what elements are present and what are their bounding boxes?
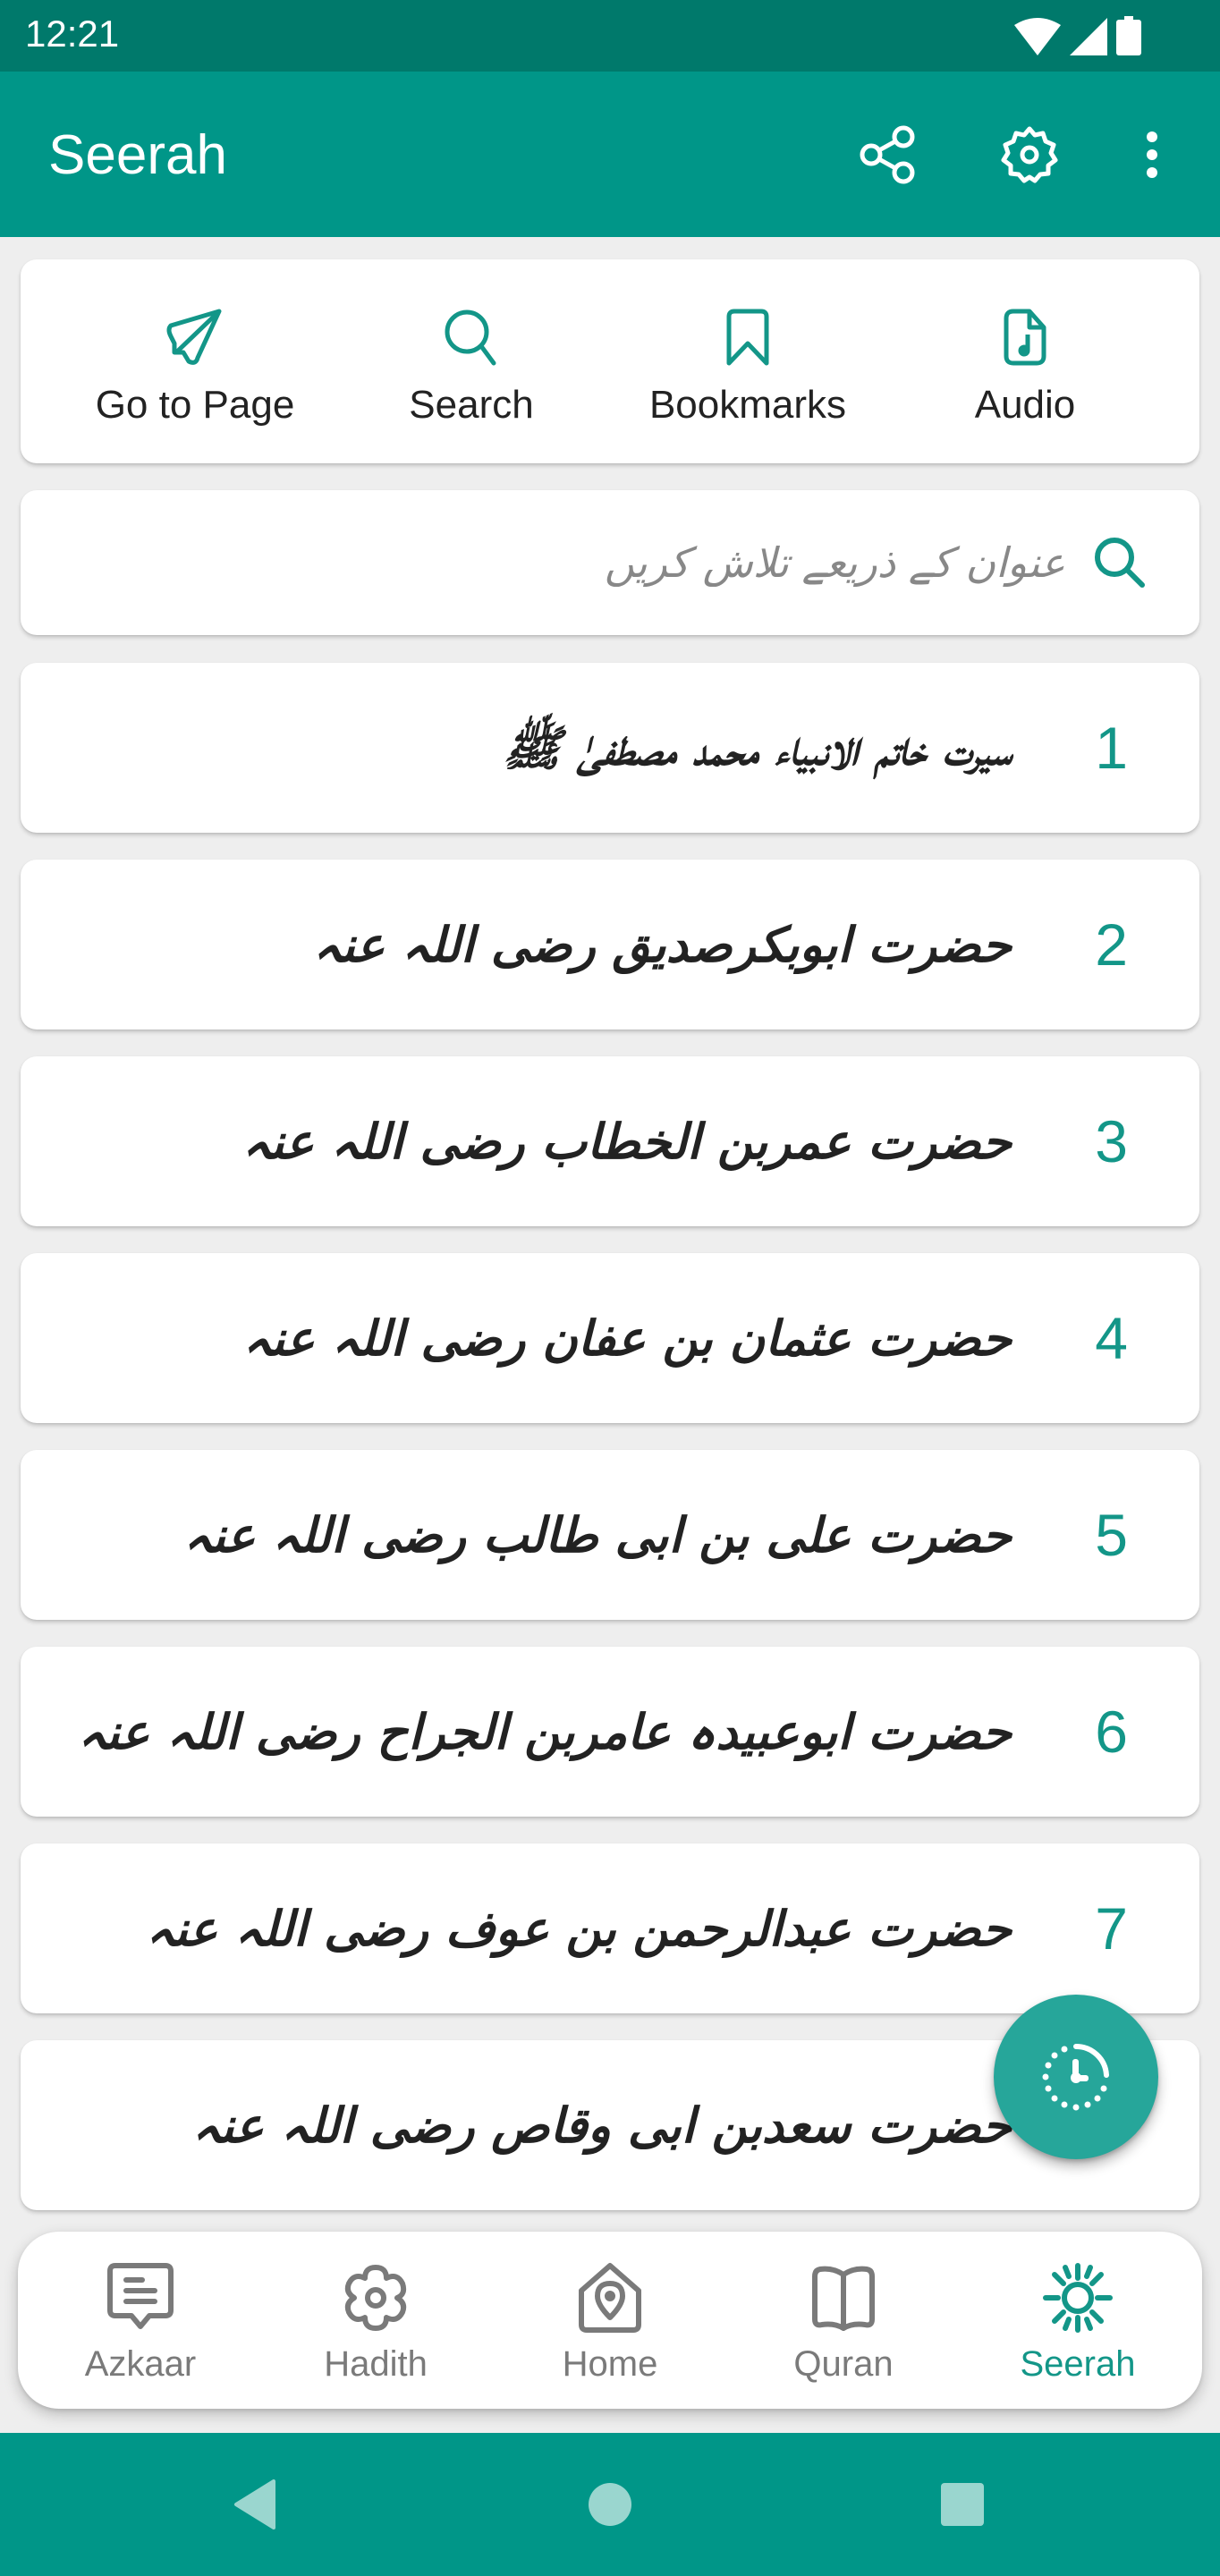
nav-item-hadith[interactable]: Hadith — [268, 2232, 483, 2409]
share-icon — [860, 125, 915, 184]
go-to-page-button[interactable]: Go to Page — [79, 259, 311, 463]
app-bar: Seerah — [0, 72, 1220, 237]
list-item-number: 4 — [1095, 1305, 1128, 1371]
list-item-number: 1 — [1095, 715, 1128, 781]
system-recents-button[interactable] — [934, 2476, 991, 2533]
audio-button[interactable]: Audio — [909, 259, 1141, 463]
list-item-title: حضرت ابوعبیدہ عامربن الجراح رضی اللہ عنہ — [78, 1703, 1012, 1760]
home-circle-icon — [589, 2483, 631, 2526]
share-button[interactable] — [848, 114, 928, 195]
nav-label: Home — [562, 2344, 658, 2384]
list-item-title: حضرت عمربن الخطاب رضی اللہ عنہ — [241, 1113, 1012, 1170]
status-time: 12:21 — [25, 13, 120, 55]
nav-label: Azkaar — [84, 2344, 197, 2384]
nav-label: Seerah — [1020, 2344, 1136, 2384]
list-item-title: حضرت سعدبن ابی وقاص رضی اللہ عنہ — [191, 2097, 1012, 2154]
list-item-title: حضرت ابوبکرصدیق رضی اللہ عنہ — [313, 916, 1012, 973]
bottom-navigation: Azkaar Hadith Home Quran Seerah — [18, 2232, 1202, 2409]
list-item[interactable]: 1 سیرت خاتم الانبیاء محمد مصطفیٰ ﷺ — [21, 663, 1199, 833]
wifi-icon — [1014, 18, 1061, 55]
recents-square-icon — [941, 2483, 984, 2526]
search-label: Search — [409, 383, 534, 427]
nav-item-quran[interactable]: Quran — [736, 2232, 951, 2409]
list-item[interactable]: 5 حضرت علی بن ابی طالب رضی اللہ عنہ — [21, 1450, 1199, 1620]
status-bar: 12:21 — [0, 0, 1220, 72]
more-vert-icon — [1147, 131, 1157, 178]
system-navigation-bar — [0, 2433, 1220, 2576]
audio-label: Audio — [974, 383, 1076, 427]
title-search-card — [21, 490, 1199, 635]
back-triangle-icon — [234, 2479, 275, 2529]
bookmark-icon — [726, 309, 769, 366]
list-item-number: 6 — [1095, 1699, 1128, 1765]
list-item-title: سیرت خاتم الانبیاء محمد مصطفیٰ ﷺ — [503, 719, 1012, 776]
settings-button[interactable] — [989, 114, 1070, 195]
recent-history-fab[interactable] — [994, 1995, 1158, 2159]
bookmarks-button[interactable]: Bookmarks — [631, 259, 864, 463]
go-to-page-label: Go to Page — [95, 383, 295, 427]
quick-actions-card: Go to Page Search Bookmarks Audio — [21, 259, 1199, 463]
flower-icon — [344, 2265, 407, 2331]
more-options-button[interactable] — [1116, 114, 1188, 195]
search-submit-button[interactable] — [1092, 535, 1148, 590]
nav-item-home[interactable]: Home — [503, 2232, 717, 2409]
list-item-title: حضرت علی بن ابی طالب رضی اللہ عنہ — [183, 1506, 1012, 1563]
nav-item-seerah[interactable]: Seerah — [970, 2232, 1185, 2409]
list-item[interactable]: 3 حضرت عمربن الخطاب رضی اللہ عنہ — [21, 1056, 1199, 1226]
list-item[interactable]: 7 حضرت عبدالرحمن بن عوف رضی اللہ عنہ — [21, 1843, 1199, 2013]
list-item[interactable]: 2 حضرت ابوبکرصدیق رضی اللہ عنہ — [21, 860, 1199, 1030]
sun-icon — [1043, 2263, 1113, 2333]
search-icon — [1095, 538, 1145, 588]
nav-label: Quran — [793, 2344, 894, 2384]
bookmarks-label: Bookmarks — [648, 383, 847, 427]
gear-icon — [1001, 126, 1058, 183]
list-item[interactable]: 4 حضرت عثمان بن عفان رضی اللہ عنہ — [21, 1253, 1199, 1423]
status-icons — [1014, 14, 1141, 55]
audio-file-icon — [1004, 309, 1046, 366]
cell-signal-icon — [1070, 18, 1107, 55]
search-icon — [445, 309, 496, 366]
chat-text-icon — [107, 2263, 174, 2329]
battery-icon — [1116, 16, 1141, 55]
search-button[interactable]: Search — [355, 259, 588, 463]
list-item-title: حضرت عثمان بن عفان رضی اللہ عنہ — [242, 1309, 1012, 1367]
open-book-icon — [812, 2266, 875, 2331]
list-item-title: حضرت عبدالرحمن بن عوف رضی اللہ عنہ — [146, 1900, 1012, 1957]
paper-plane-icon — [166, 309, 222, 365]
history-clock-icon — [1042, 2043, 1109, 2111]
list-item[interactable]: 6 حضرت ابوعبیدہ عامربن الجراح رضی اللہ ع… — [21, 1647, 1199, 1817]
system-back-button[interactable] — [225, 2476, 283, 2533]
system-home-button[interactable] — [581, 2476, 639, 2533]
list-item-number: 5 — [1095, 1502, 1128, 1568]
home-location-icon — [579, 2263, 641, 2333]
page-title: Seerah — [48, 124, 227, 186]
list-item-number: 2 — [1095, 911, 1128, 978]
list-item-number: 7 — [1095, 1895, 1128, 1962]
nav-item-azkaar[interactable]: Azkaar — [33, 2232, 248, 2409]
list-item-number: 3 — [1095, 1108, 1128, 1174]
title-search-input[interactable] — [99, 510, 1065, 615]
nav-label: Hadith — [324, 2344, 428, 2384]
